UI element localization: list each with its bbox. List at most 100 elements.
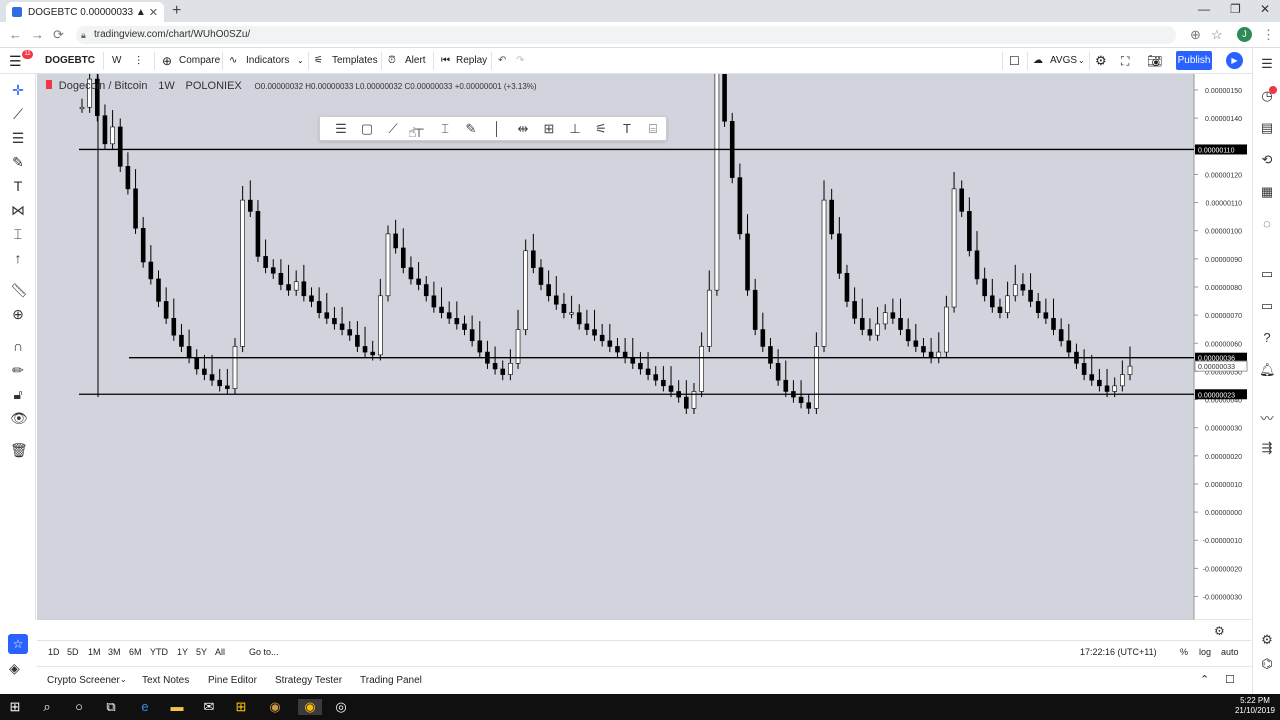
redo-icon[interactable]: ↷ — [516, 53, 524, 69]
play-icon[interactable]: ▶ — [1226, 52, 1243, 69]
support-icon[interactable]: ⚙︎ — [1259, 632, 1275, 648]
templates-button[interactable]: Templates — [332, 53, 378, 69]
replay-button[interactable]: Replay — [456, 53, 487, 69]
lock-drawing-pencil-icon[interactable]: ✏︎ — [10, 362, 26, 379]
indicators-button[interactable]: Indicators — [246, 53, 289, 69]
range-button-3m[interactable]: 3M — [108, 647, 121, 657]
range-button-1y[interactable]: 1Y — [177, 647, 188, 657]
alert-button[interactable]: Alert — [405, 53, 426, 69]
text-tool-icon[interactable]: T — [10, 178, 26, 194]
store-icon[interactable]: ⊞ — [232, 699, 250, 715]
date-price-range-icon[interactable]: ⊞ — [540, 121, 558, 137]
magnet-icon[interactable]: ∩ — [10, 338, 26, 354]
chat-icon[interactable]: ▭ — [1259, 266, 1275, 282]
windows-start-icon[interactable]: ⊞ — [6, 699, 24, 715]
tab-trading-panel[interactable]: Trading Panel — [360, 675, 422, 686]
range-button-1d[interactable]: 1D — [48, 647, 60, 657]
interval-button[interactable]: W — [112, 53, 121, 69]
legend-interval[interactable]: 1W — [158, 80, 175, 92]
maximize-panel-icon[interactable]: ☐ — [1225, 673, 1235, 686]
tab-strategy-tester[interactable]: Strategy Tester — [275, 675, 342, 686]
percent-toggle[interactable]: % — [1180, 647, 1188, 657]
range-button-1m[interactable]: 1M — [88, 647, 101, 657]
new-tab-icon[interactable]: + — [172, 2, 181, 20]
trend-line-icon[interactable]: ⟋ — [384, 121, 402, 137]
lock-icon[interactable]: 🔓︎ — [10, 386, 26, 403]
obs-icon[interactable]: ◎ — [332, 699, 350, 715]
range-button-all[interactable]: All — [215, 647, 225, 657]
more-icon[interactable]: ⌬ — [1259, 656, 1275, 672]
brush-icon[interactable]: ✎ — [462, 121, 480, 137]
chevron-down-icon[interactable]: ⌄ — [297, 53, 304, 69]
date-range-icon[interactable]: ⇹ — [514, 121, 532, 137]
edge-browser-icon[interactable]: e — [136, 699, 154, 715]
restore-window-icon[interactable]: ❐ — [1230, 2, 1241, 16]
prediction-icon[interactable]: ⌶ — [10, 226, 26, 243]
compare-button[interactable]: Compare — [179, 53, 220, 69]
gear-icon[interactable]: ⚙︎ — [1095, 53, 1107, 69]
bookmark-star-icon[interactable]: ☆ — [1211, 27, 1223, 43]
extension-icon[interactable]: ⊕ — [1190, 27, 1201, 43]
help-icon[interactable]: ? — [1259, 330, 1275, 345]
layout-chevron-down-icon[interactable]: ⌄ — [1078, 53, 1085, 69]
close-tab-icon[interactable]: ✕ — [149, 6, 158, 19]
candle-style-icon[interactable]: ⫶ — [137, 53, 140, 69]
fib-fan-icon[interactable]: ⚟ — [592, 121, 610, 137]
profile-avatar[interactable]: J — [1237, 27, 1252, 42]
arrow-icon[interactable]: ↑ — [10, 250, 26, 266]
lines-menu-icon[interactable]: ☰ — [332, 121, 350, 137]
auto-toggle[interactable]: auto — [1221, 647, 1239, 657]
object-tree-icon[interactable]: ◈ — [9, 660, 20, 677]
goto-button[interactable]: Go to... — [249, 647, 279, 657]
legend-exchange[interactable]: POLONIEX — [186, 80, 242, 92]
ruler-icon[interactable]: 📏︎ — [10, 282, 28, 299]
log-toggle[interactable]: log — [1199, 647, 1211, 657]
range-button-5d[interactable]: 5D — [67, 647, 79, 657]
brush-icon[interactable]: ✎ — [10, 154, 26, 171]
eye-icon[interactable]: 👁︎ — [10, 410, 28, 427]
hotlist-icon[interactable]: ⟲ — [1259, 152, 1275, 168]
minimize-window-icon[interactable]: — — [1198, 2, 1210, 16]
mail-icon[interactable]: ✉ — [200, 699, 218, 715]
favorites-star-icon[interactable]: ☆ — [8, 634, 28, 654]
chart-settings-icon[interactable]: ⚙︎ — [1214, 624, 1225, 638]
data-window-icon[interactable]: ▤ — [1259, 120, 1275, 136]
search-icon[interactable]: ⌕ — [38, 699, 56, 715]
range-button-6m[interactable]: 6M — [129, 647, 142, 657]
parallel-channel-icon[interactable]: ⌶ — [436, 121, 454, 137]
pattern-icon[interactable]: ⋈ — [10, 202, 26, 219]
layout-square-icon[interactable]: ☐ — [1009, 53, 1020, 69]
depth-of-market-icon[interactable]: 〰 — [1259, 408, 1275, 427]
trash-icon[interactable]: 🗑︎ — [10, 442, 28, 459]
trend-line-icon[interactable]: ⟋ — [10, 106, 26, 123]
price-chart[interactable]: 0.000001500.000001400.000001300.00000120… — [37, 74, 1251, 620]
tab-text-notes[interactable]: Text Notes — [142, 675, 189, 686]
calendar-icon[interactable]: ▦ — [1259, 184, 1275, 200]
clock-time[interactable]: 17:22:16 (UTC+11) — [1080, 647, 1157, 657]
tab-pine-editor[interactable]: Pine Editor — [208, 675, 257, 686]
back-icon[interactable]: ← — [9, 27, 22, 42]
forward-icon[interactable]: → — [31, 27, 44, 42]
file-explorer-icon[interactable]: ▬ — [168, 699, 186, 715]
position-icon[interactable]: ⌸ — [644, 121, 662, 137]
fib-retracement-icon[interactable]: ☰ — [10, 130, 26, 147]
chrome-icon[interactable]: ◉ — [298, 699, 322, 715]
url-field[interactable]: 🔒︎ tradingview.com/chart/WUhO0SZu/ — [76, 26, 1176, 44]
price-range-icon[interactable]: ⊥ — [566, 121, 584, 137]
undo-icon[interactable]: ↶ — [498, 53, 506, 69]
browser-tab[interactable]: DOGEBTC 0.00000033 ▲ +3.13% ✕ — [6, 2, 164, 22]
cortana-icon[interactable]: ○ — [70, 699, 88, 715]
publish-button[interactable]: Publish — [1176, 51, 1212, 70]
range-button-ytd[interactable]: YTD — [150, 647, 168, 657]
zoom-in-icon[interactable]: ⊕ — [10, 306, 26, 323]
chevron-up-icon[interactable]: ⌃ — [1200, 673, 1209, 686]
fullscreen-icon[interactable]: ⛶ — [1121, 53, 1129, 69]
ideas-icon[interactable]: ◌ — [1259, 216, 1275, 231]
legend-symbol[interactable]: Dogecoin / Bitcoin — [59, 80, 148, 92]
vertical-line-icon[interactable]: │ — [488, 121, 506, 136]
app-icon[interactable]: ◉ — [266, 699, 284, 715]
camera-icon[interactable]: 📷︎ — [1147, 53, 1162, 69]
crosshair-icon[interactable]: ✛ — [10, 82, 26, 99]
watchlist-icon[interactable]: ☰ — [1259, 56, 1275, 72]
menu-icon[interactable]: ☰ — [9, 53, 22, 69]
